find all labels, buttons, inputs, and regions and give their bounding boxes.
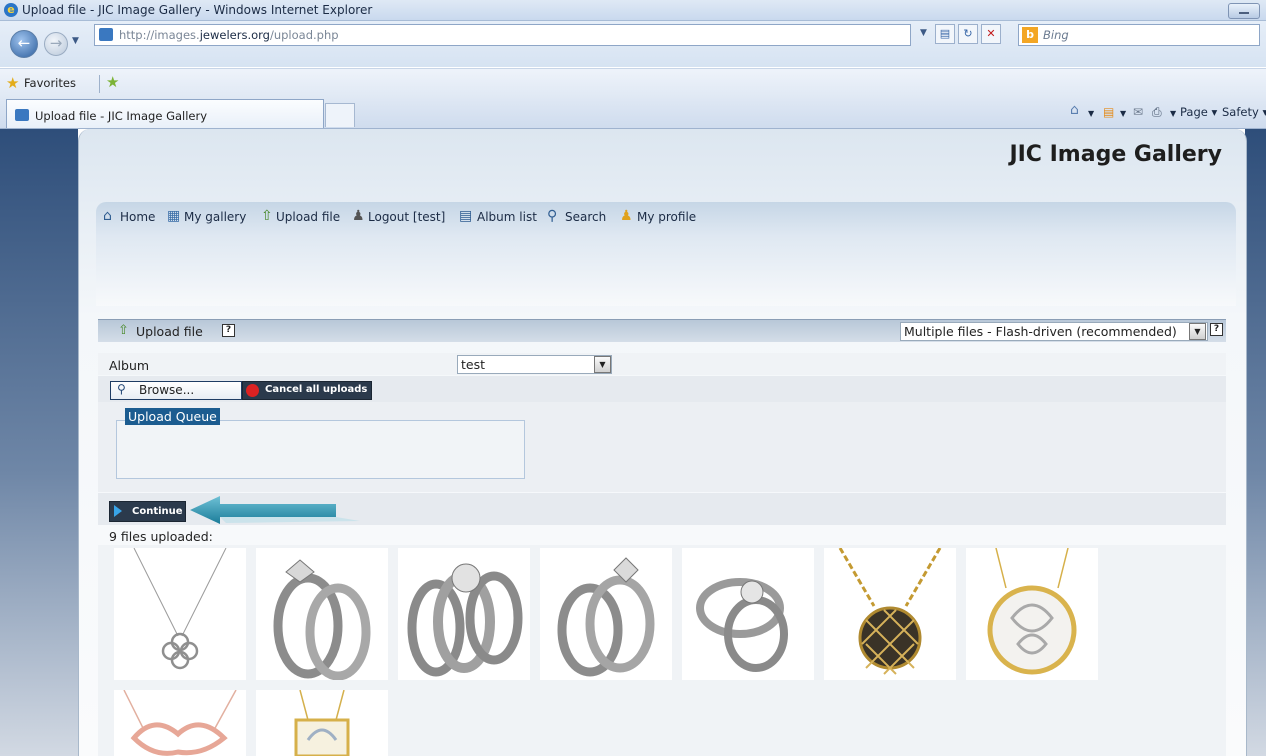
feeds-dropdown-icon[interactable]: ▼ [1120,109,1126,118]
favorites-button[interactable]: Favorites [24,76,76,90]
help-icon[interactable]: ? [222,324,235,337]
compatibility-view-icon[interactable]: ▤ [935,24,955,44]
upload-file-header-icon: ⇧ [118,323,129,338]
three-ring-set-image [407,563,523,677]
stop-icon[interactable]: ✕ [981,24,1001,44]
forward-button[interactable]: → [44,32,68,56]
nav-my-profile[interactable]: My profile [637,210,696,224]
search-placeholder: Bing [1043,28,1069,42]
monogram-pendant-image [987,548,1077,675]
feeds-icon[interactable]: ▤ [1103,105,1114,119]
magnifier-icon: ⚲ [117,382,126,396]
continue-button[interactable]: Continue [109,501,186,522]
ring-set-image [273,559,371,680]
upload-queue-box [116,420,525,479]
browse-label: Browse... [139,383,195,397]
safety-menu[interactable]: Safety ▾ [1222,105,1266,119]
thumbnail-ring-set-1[interactable] [256,548,388,680]
page-background-right [1245,129,1266,756]
new-tab-button[interactable] [325,103,355,127]
browse-button[interactable]: ⚲ Browse... [110,381,242,400]
my-profile-icon[interactable]: ♟ [620,208,633,224]
page-background-left [0,129,78,756]
gold-monogram-necklace-image [294,690,350,756]
thumbnail-three-ring-set[interactable] [398,548,530,680]
album-label: Album [109,358,150,373]
window-title-bar: e Upload file - JIC Image Gallery - Wind… [0,0,1266,21]
upload-queue-label: Upload Queue [125,408,220,425]
thumbnail-monogram-pendant[interactable] [966,548,1098,680]
address-bar[interactable]: http://images.jewelers.org/upload.php [94,24,911,46]
rose-monogram-necklace-image [123,690,237,756]
bing-logo-icon: b [1022,27,1038,43]
cancel-icon [246,384,259,397]
three-stone-ring-image [696,578,788,672]
history-dropdown-icon[interactable]: ▼ [72,36,79,46]
tab-upload-file[interactable]: Upload file - JIC Image Gallery [6,99,324,128]
favorites-bar: ★ Favorites ★ [0,68,1266,99]
site-title: JIC Image Gallery [1009,142,1222,167]
upload-file-title: Upload file [136,324,203,339]
nav-logout[interactable]: Logout [test] [368,210,445,224]
thumbnail-clover-pendant[interactable] [114,548,246,680]
print-dropdown-icon[interactable]: ▼ [1170,109,1176,118]
album-row: Album [98,353,1226,375]
tab-title: Upload file - JIC Image Gallery [35,109,208,123]
thumbnail-ring-set-2[interactable] [540,548,672,680]
home-icon[interactable]: ⌂ [1070,102,1079,118]
home-dropdown-icon[interactable]: ▼ [1088,109,1094,118]
chevron-down-icon[interactable]: ▼ [1189,323,1206,340]
add-to-favorites-icon[interactable]: ★ [106,73,119,91]
nav-my-gallery[interactable]: My gallery [184,210,246,224]
thumbnail-gold-monogram-necklace[interactable] [256,690,388,756]
minimize-button[interactable] [1228,3,1260,19]
internet-explorer-icon: e [4,3,18,17]
favorites-star-icon: ★ [6,74,20,92]
cancel-label: Cancel all uploads [265,384,368,395]
album-value: test [461,357,486,372]
address-dropdown-icon[interactable]: ▼ [920,28,927,38]
back-button[interactable]: ← [10,30,38,58]
site-favicon-icon [99,28,113,41]
my-gallery-icon[interactable]: ▦ [167,208,180,224]
clover-pendant-necklace-image [133,548,227,670]
window-title: Upload file - JIC Image Gallery - Window… [22,3,373,17]
thumbnail-rose-monogram-necklace[interactable] [114,690,246,756]
album-list-icon[interactable]: ▤ [459,208,472,224]
search-box[interactable]: b Bing [1018,24,1260,46]
logout-icon[interactable]: ♟ [352,208,365,224]
mode-help-icon[interactable]: ? [1210,323,1223,336]
print-icon[interactable]: ⎙ [1152,105,1162,120]
nav-home[interactable]: Home [120,210,155,224]
files-uploaded-label: 9 files uploaded: [109,529,213,544]
lattice-pendant-image [838,548,942,675]
continue-label: Continue [132,506,183,517]
thumbnail-three-stone-ring[interactable] [682,548,814,680]
upload-mode-select[interactable]: Multiple files - Flash-driven (recommend… [900,322,1208,341]
address-url: http://images.jewelers.org/upload.php [119,28,339,42]
nav-upload-file[interactable]: Upload file [276,210,340,224]
upload-mode-value: Multiple files - Flash-driven (recommend… [904,324,1177,339]
thumbnail-lattice-pendant[interactable] [824,548,956,680]
cancel-all-uploads-button[interactable]: Cancel all uploads [242,381,372,400]
page-menu[interactable]: Page ▾ [1180,105,1217,119]
album-select[interactable]: test ▼ [457,355,612,374]
home-nav-icon[interactable]: ⌂ [103,208,112,224]
refresh-icon[interactable]: ↻ [958,24,978,44]
search-icon[interactable]: ⚲ [547,208,557,224]
nav-band [96,236,1236,306]
play-arrow-icon [114,505,122,517]
nav-search[interactable]: Search [565,210,606,224]
upload-file-icon[interactable]: ⇧ [261,208,273,224]
ring-set-image [557,557,655,677]
nav-album-list[interactable]: Album list [477,210,537,224]
mail-icon[interactable]: ✉ [1133,105,1143,119]
tab-favicon-icon [15,109,29,121]
album-chevron-down-icon[interactable]: ▼ [594,356,611,373]
divider [99,75,100,93]
pointer-arrow-icon [190,496,360,524]
